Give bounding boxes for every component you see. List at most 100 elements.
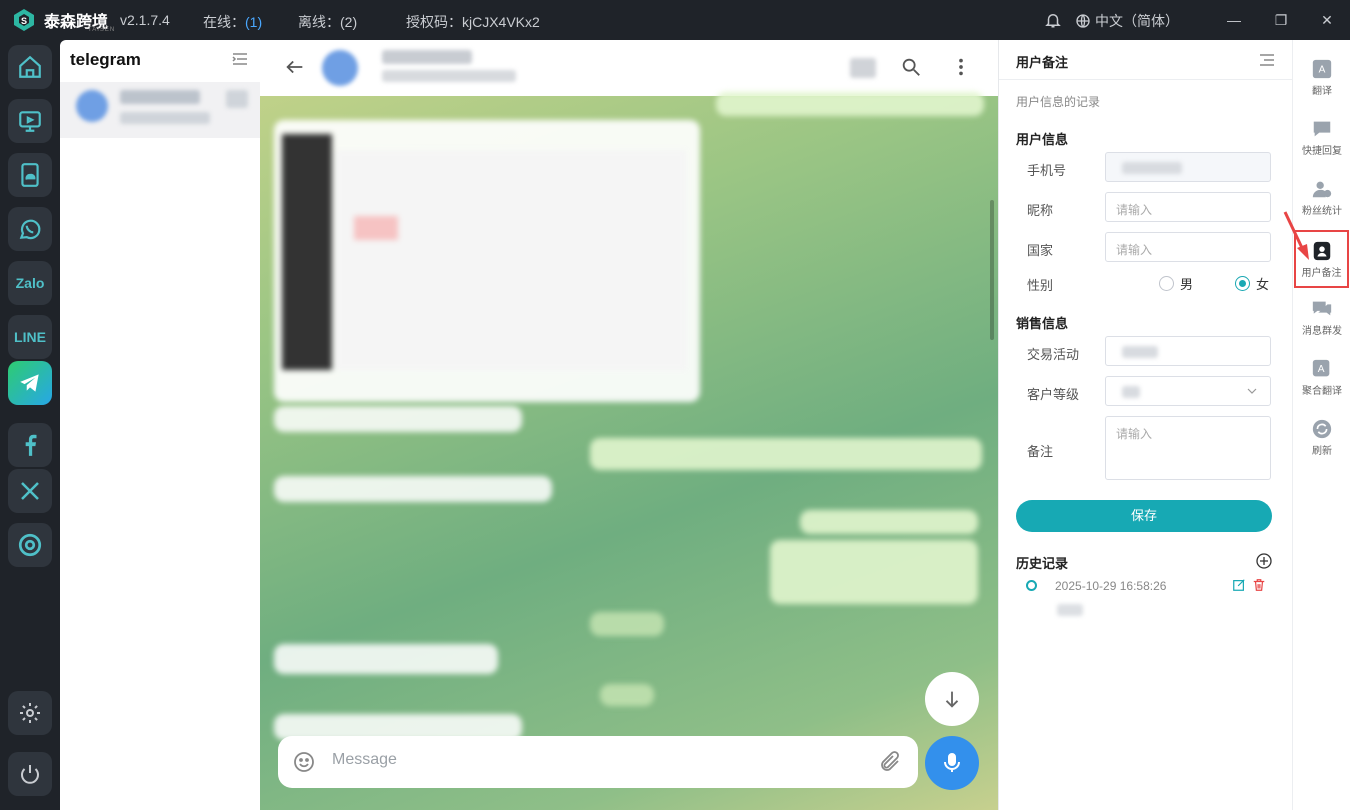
dock-zalo[interactable]: Zalo: [8, 261, 52, 305]
tool-quick-reply-label: 快捷回复: [1302, 146, 1342, 157]
save-button[interactable]: 保存: [1016, 500, 1272, 532]
globe-icon: [1076, 14, 1090, 28]
gender-female-label: 女: [1256, 277, 1270, 292]
scroll-down-button[interactable]: [925, 672, 979, 726]
panel-header: 用户备注: [999, 40, 1293, 80]
search-icon[interactable]: [900, 56, 922, 78]
emoji-icon[interactable]: [292, 750, 316, 774]
gender-female-radio[interactable]: 女: [1235, 274, 1269, 293]
tool-refresh-label: 刷新: [1312, 446, 1332, 457]
license-label: 授权码：: [406, 14, 462, 30]
dock-desktop[interactable]: [8, 99, 52, 143]
image-message[interactable]: [274, 120, 700, 402]
whatsapp-icon: [19, 219, 41, 240]
level-select[interactable]: [1105, 376, 1271, 406]
dock-line[interactable]: LINE: [8, 315, 52, 359]
panel-subtitle: 用户信息的记录: [1016, 95, 1101, 109]
menu-collapse-icon[interactable]: [1259, 54, 1275, 66]
title-bar: S 泰森跨境 TAISEN v2.1.7.4 在线：(1) 离线：(2) 授权码…: [0, 0, 1350, 40]
tool-quick-reply[interactable]: 快捷回复: [1293, 110, 1350, 166]
message-input[interactable]: Message: [332, 751, 397, 769]
add-history-icon[interactable]: [1256, 553, 1272, 569]
tool-refresh[interactable]: 刷新: [1293, 410, 1350, 466]
svg-text:A: A: [1318, 364, 1325, 375]
date-chip: [600, 684, 654, 706]
avatar: [76, 90, 108, 122]
tool-aggregate-translate-label: 聚合翻译: [1302, 386, 1342, 397]
activity-field[interactable]: [1105, 336, 1271, 366]
message-bubble-in[interactable]: [274, 406, 522, 432]
gender-male-label: 男: [1180, 277, 1194, 292]
phone-value: [1122, 162, 1182, 174]
chat-status: [382, 70, 516, 82]
menu-collapse-icon[interactable]: [232, 52, 248, 66]
contact-row[interactable]: [60, 82, 260, 138]
chat-header-extra[interactable]: [850, 58, 876, 78]
note-label: 备注: [1027, 444, 1054, 459]
gender-label: 性别: [1027, 278, 1054, 293]
svg-text:S: S: [21, 16, 27, 26]
dock-facebook[interactable]: [8, 423, 52, 467]
home-icon: [19, 55, 41, 78]
dock-whatsapp[interactable]: [8, 207, 52, 251]
tool-broadcast-label: 消息群发: [1302, 326, 1342, 337]
fans-stats-icon: [1312, 181, 1332, 198]
nickname-label: 昵称: [1027, 203, 1054, 218]
country-label: 国家: [1027, 243, 1054, 258]
dock-settings[interactable]: [8, 691, 52, 735]
minimize-button[interactable]: —: [1224, 10, 1244, 30]
dock-home[interactable]: [8, 45, 52, 89]
more-options-icon[interactable]: [950, 56, 972, 78]
message-bubble-out[interactable]: [800, 510, 978, 534]
message-bubble-in[interactable]: [274, 476, 552, 502]
voice-record-button[interactable]: [925, 736, 979, 790]
license-code: 授权码：kjCJX4VKx2: [406, 12, 540, 32]
message-bubble-out[interactable]: [590, 438, 982, 470]
back-arrow-icon[interactable]: [284, 56, 306, 78]
dock-chrome[interactable]: [8, 523, 52, 567]
chat-area: Message: [260, 40, 998, 810]
online-status: 在线：(1): [203, 12, 262, 32]
message-bubble-in[interactable]: [274, 644, 498, 674]
tool-broadcast[interactable]: 消息群发: [1293, 290, 1350, 346]
dock-cloud-phone[interactable]: [8, 153, 52, 197]
cloud-phone-icon: [21, 163, 39, 187]
country-field[interactable]: 请输入: [1105, 232, 1271, 262]
x-icon: [21, 482, 39, 500]
chat-scrollbar[interactable]: [990, 200, 994, 340]
edit-icon[interactable]: [1232, 578, 1246, 592]
monitor-icon: [19, 111, 41, 132]
level-label: 客户等级: [1027, 387, 1080, 402]
chat-avatar: [322, 50, 358, 86]
gear-icon: [20, 703, 40, 723]
svg-text:A: A: [1319, 65, 1326, 76]
attach-icon[interactable]: [878, 750, 902, 774]
maximize-button[interactable]: ❐: [1271, 10, 1291, 30]
message-composer: Message: [278, 736, 918, 788]
chevron-down-icon: [1247, 388, 1257, 394]
radio-checked-icon: [1235, 276, 1250, 291]
chat-header: [260, 40, 998, 96]
dock-power[interactable]: [8, 752, 52, 796]
level-value: [1122, 386, 1140, 398]
language-selector[interactable]: 中文（简体）: [1075, 11, 1179, 31]
message-bubble-out[interactable]: [716, 92, 984, 116]
dock-telegram[interactable]: [8, 361, 52, 405]
online-label: 在线：: [203, 14, 245, 30]
tool-aggregate-translate[interactable]: A 聚合翻译: [1293, 350, 1350, 406]
dock-x[interactable]: [8, 469, 52, 513]
tool-translate[interactable]: A 翻译: [1293, 50, 1350, 106]
nickname-field[interactable]: 请输入: [1105, 192, 1271, 222]
message-bubble-out[interactable]: [770, 540, 978, 604]
history-title: 历史记录: [1016, 556, 1069, 571]
radio-unchecked-icon: [1159, 276, 1174, 291]
translate-icon: A: [1312, 59, 1332, 79]
quick-reply-icon: [1313, 121, 1331, 137]
gender-male-radio[interactable]: 男: [1159, 274, 1193, 293]
tools-sidebar: A 翻译 快捷回复 粉丝统计 用户备注 消息群发 A 聚合翻译 刷新: [1292, 40, 1350, 810]
bell-icon[interactable]: [1044, 11, 1062, 29]
note-textarea[interactable]: 请输入: [1105, 416, 1271, 480]
trash-icon[interactable]: [1252, 578, 1266, 592]
close-button[interactable]: ✕: [1317, 10, 1337, 30]
date-chip: [590, 612, 664, 636]
